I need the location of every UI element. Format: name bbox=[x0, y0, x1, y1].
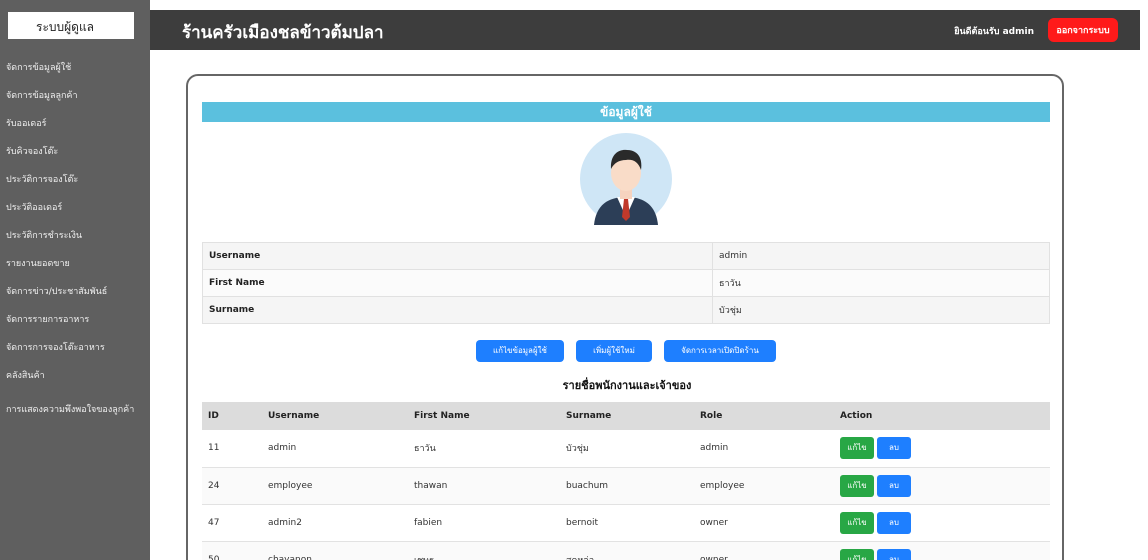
table-row: 11 admin ธาวัน บัวชุ่ม admin แก้ไข ลบ bbox=[202, 430, 1050, 468]
cell-action: แก้ไข ลบ bbox=[834, 467, 1050, 505]
cell-id: 11 bbox=[202, 430, 262, 468]
sidebar-item-booking-history[interactable]: ประวัติการจองโต๊ะ bbox=[6, 174, 146, 187]
table-row: 47 admin2 fabien bernoit owner แก้ไข ลบ bbox=[202, 504, 1050, 542]
sidebar-item-payment-history[interactable]: ประวัติการชำระเงิน bbox=[6, 230, 146, 243]
cell-first-name: ธาวัน bbox=[408, 430, 560, 468]
info-label: Username bbox=[202, 242, 713, 270]
cell-role: owner bbox=[694, 541, 834, 560]
column-header: Surname bbox=[560, 402, 694, 430]
cell-first-name: fabien bbox=[408, 504, 560, 542]
app-root: ระบบผู้ดูแล จัดการข้อมูลผู้ใช้ จัดการข้อ… bbox=[0, 0, 1148, 560]
sidebar-item-sales-report[interactable]: รายงานยอดขาย bbox=[6, 258, 146, 271]
delete-user-button[interactable]: ลบ bbox=[877, 548, 911, 560]
column-header: Action bbox=[834, 402, 1050, 430]
table-row: 50 chayanon เชษฐ สุดหล่อ owner แก้ไขลบ bbox=[202, 541, 1050, 560]
cell-first-name: thawan bbox=[408, 467, 560, 505]
sidebar-brand: ระบบผู้ดูแล bbox=[8, 12, 134, 39]
users-table: ID Username First Name Surname Role Acti… bbox=[202, 402, 1050, 560]
manage-hours-button[interactable]: จัดการเวลาเปิดปิดร้าน bbox=[664, 340, 776, 362]
welcome-text: ยินดีต้อนรับ admin bbox=[954, 27, 1034, 37]
cell-id: 50 bbox=[202, 541, 262, 560]
column-header: Role bbox=[694, 402, 834, 430]
info-row-username: Username admin bbox=[202, 242, 1050, 270]
cell-role: employee bbox=[694, 467, 834, 505]
info-row-surname: Surname บัวชุ่ม bbox=[202, 296, 1050, 324]
sidebar: ระบบผู้ดูแล จัดการข้อมูลผู้ใช้ จัดการข้อ… bbox=[0, 0, 150, 560]
sidebar-item-manage-customers[interactable]: จัดการข้อมูลลูกค้า bbox=[6, 90, 146, 103]
column-header: ID bbox=[202, 402, 262, 430]
edit-user-button[interactable]: แก้ไข bbox=[840, 474, 874, 497]
sidebar-item-manage-users[interactable]: จัดการข้อมูลผู้ใช้ bbox=[6, 62, 146, 75]
cell-username: admin bbox=[262, 430, 408, 468]
sidebar-item-table-queue[interactable]: รับคิวจองโต๊ะ bbox=[6, 146, 146, 159]
logout-button[interactable]: ออกจากระบบ bbox=[1048, 18, 1118, 42]
sidebar-item-satisfaction[interactable]: การแสดงความพึงพอใจของลูกค้า bbox=[6, 404, 146, 417]
cell-username: employee bbox=[262, 467, 408, 505]
info-label: First Name bbox=[202, 269, 713, 297]
main-card: ข้อมูลผู้ใช้ Username admin First Name ธ… bbox=[186, 74, 1064, 560]
table-header-row: ID Username First Name Surname Role Acti… bbox=[202, 402, 1050, 430]
top-header: ร้านครัวเมืองชลข้าวต้มปลา ยินดีต้อนรับ a… bbox=[150, 10, 1140, 50]
cell-surname: buachum bbox=[560, 467, 694, 505]
delete-user-button[interactable]: ลบ bbox=[877, 511, 911, 534]
info-value: ธาวัน bbox=[712, 269, 1050, 297]
table-row: 24 employee thawan buachum employee แก้ไ… bbox=[202, 467, 1050, 505]
cell-action: แก้ไข ลบ bbox=[834, 541, 1050, 560]
businessman-avatar-icon bbox=[580, 133, 672, 225]
cell-surname: bernoit bbox=[560, 504, 694, 542]
sidebar-item-orders[interactable]: รับออเดอร์ bbox=[6, 118, 146, 131]
info-label: Surname bbox=[202, 296, 713, 324]
column-header: First Name bbox=[408, 402, 560, 430]
add-user-button[interactable]: เพิ่มผู้ใช้ใหม่ bbox=[576, 340, 652, 362]
sidebar-item-menu[interactable]: จัดการรายการอาหาร bbox=[6, 314, 146, 327]
info-row-firstname: First Name ธาวัน bbox=[202, 269, 1050, 297]
cell-surname: สุดหล่อ bbox=[560, 541, 694, 560]
staff-list-title: รายชื่อพนักงานและเจ้าของ bbox=[562, 379, 692, 392]
cell-username: chayanon bbox=[262, 541, 408, 560]
user-info-title: ข้อมูลผู้ใช้ bbox=[202, 102, 1050, 122]
info-value: admin bbox=[712, 242, 1050, 270]
delete-user-button[interactable]: ลบ bbox=[877, 437, 911, 460]
info-value: บัวชุ่ม bbox=[712, 296, 1050, 324]
edit-user-button[interactable]: แก้ไข bbox=[840, 511, 874, 534]
cell-id: 47 bbox=[202, 504, 262, 542]
cell-role: owner bbox=[694, 504, 834, 542]
cell-surname: บัวชุ่ม bbox=[560, 430, 694, 468]
sidebar-item-table-booking[interactable]: จัดการการจองโต๊ะอาหาร bbox=[6, 342, 146, 355]
cell-first-name: เชษฐ bbox=[408, 541, 560, 560]
delete-user-button[interactable]: ลบ bbox=[877, 474, 911, 497]
cell-role: admin bbox=[694, 430, 834, 468]
column-header: Username bbox=[262, 402, 408, 430]
edit-user-button[interactable]: แก้ไข bbox=[840, 437, 874, 460]
cell-action: แก้ไข ลบ bbox=[834, 504, 1050, 542]
user-info-table: Username admin First Name ธาวัน Surname … bbox=[202, 242, 1050, 324]
sidebar-item-order-history[interactable]: ประวัติออเดอร์ bbox=[6, 202, 146, 215]
sidebar-item-news[interactable]: จัดการข่าว/ประชาสัมพันธ์ bbox=[6, 286, 146, 299]
cell-id: 24 bbox=[202, 467, 262, 505]
sidebar-item-inventory[interactable]: คลังสินค้า bbox=[6, 370, 146, 383]
cell-action: แก้ไข ลบ bbox=[834, 430, 1050, 468]
edit-profile-button[interactable]: แก้ไขข้อมูลผู้ใช้ bbox=[476, 340, 564, 362]
edit-user-button[interactable]: แก้ไข bbox=[840, 548, 874, 560]
page-title: ร้านครัวเมืองชลข้าวต้มปลา bbox=[182, 23, 384, 43]
cell-username: admin2 bbox=[262, 504, 408, 542]
